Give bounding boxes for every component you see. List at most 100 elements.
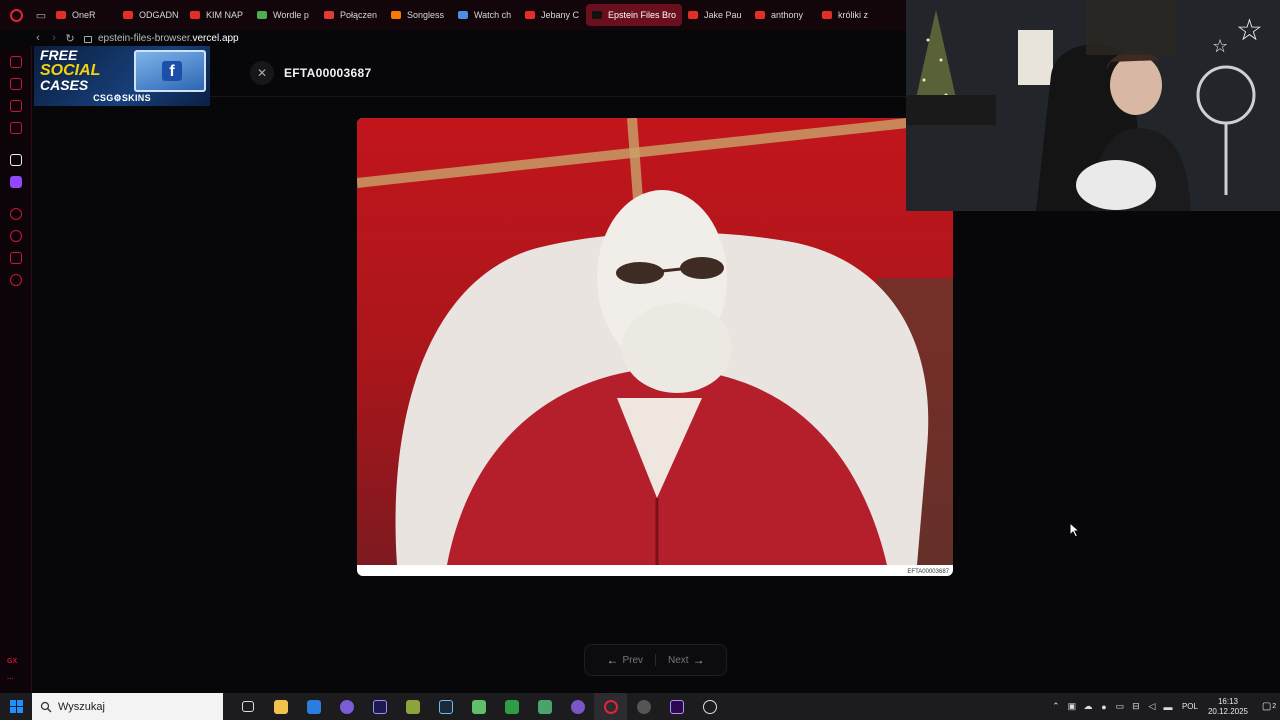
notification-count: 2 xyxy=(1272,703,1277,710)
browser-tab[interactable]: króliki z xyxy=(816,4,883,26)
gx-cleaner-icon[interactable] xyxy=(10,78,22,90)
aria-icon[interactable] xyxy=(10,154,22,166)
tab-label: ODGADN xyxy=(139,10,178,20)
search-icon xyxy=(40,701,52,712)
clock[interactable]: 16:13 20.12.2025 xyxy=(1208,697,1248,717)
player-icon[interactable] xyxy=(10,208,22,220)
gx-control-icon[interactable] xyxy=(10,56,22,68)
reload-icon[interactable]: ↻ xyxy=(62,32,78,45)
app-stack-icon[interactable] xyxy=(528,693,561,720)
messenger-icon[interactable] xyxy=(10,100,22,112)
network-icon[interactable]: ⊟ xyxy=(1128,701,1144,712)
prev-button[interactable]: ← Prev xyxy=(594,653,651,667)
app-record-icon[interactable] xyxy=(693,693,726,720)
steam-icon[interactable] xyxy=(429,693,462,720)
forward-icon[interactable]: › xyxy=(46,32,62,44)
tab-favicon-icon xyxy=(688,11,698,19)
settings-icon[interactable] xyxy=(10,274,22,286)
tab-label: Epstein Files Brow xyxy=(608,10,676,20)
microphone-icon[interactable]: ● xyxy=(1096,702,1112,712)
tab-favicon-icon xyxy=(56,11,66,19)
browser-tab[interactable]: Połączen xyxy=(318,4,385,26)
ad-brand: CSG⚙SKINS xyxy=(93,93,151,103)
prev-label: Prev xyxy=(622,654,643,666)
arrow-left-icon: ← xyxy=(606,653,619,667)
ad-banner[interactable]: FREE SOCIAL CASES f CSG⚙SKINS xyxy=(34,46,210,106)
arrow-right-icon: → xyxy=(692,653,705,667)
notification-icon: ▢ xyxy=(1261,701,1272,712)
app-obs-icon[interactable] xyxy=(627,693,660,720)
url-text[interactable]: epstein-files-browser.vercel.app xyxy=(98,33,239,44)
opera-gx-taskbar-icon[interactable] xyxy=(594,693,627,720)
browser-tab[interactable]: anthony xyxy=(749,4,816,26)
browser-tab[interactable]: ODGADN xyxy=(117,4,184,26)
tab-favicon-icon xyxy=(257,11,267,19)
after-effects-icon[interactable] xyxy=(363,693,396,720)
volume-icon[interactable]: ◁ xyxy=(1144,701,1160,712)
app-m-icon[interactable] xyxy=(297,693,330,720)
webcam-scene: ☆ ☆ xyxy=(906,0,1280,211)
browser-tab[interactable]: Wordle p xyxy=(251,4,318,26)
taskbar-search[interactable]: Wyszukaj xyxy=(32,693,223,720)
more-icon[interactable]: ··· xyxy=(7,676,14,683)
workspaces-icon[interactable]: ▭ xyxy=(32,0,50,30)
pagination: ← Prev Next → xyxy=(584,644,727,676)
app-audio-icon[interactable] xyxy=(396,693,429,720)
gx-corner-icon[interactable] xyxy=(10,122,22,134)
twitch-icon[interactable] xyxy=(10,176,22,188)
next-button[interactable]: Next → xyxy=(660,653,717,667)
windows-logo-icon xyxy=(9,700,23,713)
clock-date: 20.12.2025 xyxy=(1207,706,1248,716)
premiere-icon[interactable] xyxy=(660,693,693,720)
browser-tab[interactable]: Songless xyxy=(385,4,452,26)
taskbar-apps xyxy=(231,693,726,720)
tab-label: Watch ch xyxy=(474,10,512,20)
webcam-overlay: ☆ ☆ xyxy=(906,0,1280,211)
tab-label: Połączen xyxy=(340,10,378,20)
ad-line-cases: CASES xyxy=(40,77,89,93)
ad-case-image: f xyxy=(134,50,206,92)
url-prefix: epstein-files-browser. xyxy=(98,32,193,44)
svg-text:☆: ☆ xyxy=(1236,13,1263,48)
file-explorer-icon[interactable] xyxy=(264,693,297,720)
tray-weather-icon[interactable]: ☁ xyxy=(1080,701,1096,712)
tray-display-icon[interactable]: ▭ xyxy=(1112,701,1128,712)
notification-center-button[interactable]: ▢ 2 xyxy=(1258,693,1280,720)
app-crystal-icon[interactable] xyxy=(330,693,363,720)
browser-tab[interactable]: Jake Pau xyxy=(682,4,749,26)
browser-tab[interactable]: Watch ch xyxy=(452,4,519,26)
battery-icon[interactable]: ▬ xyxy=(1160,702,1176,712)
tab-label: anthony xyxy=(771,10,804,20)
browser-tab[interactable]: Jebany C xyxy=(519,4,586,26)
system-tray: ⌃ ▣ ☁ ● ▭ ⊟ ◁ ▬ POL 16:13 20.12.2025 ▢ 2 xyxy=(1048,693,1280,720)
history-icon[interactable] xyxy=(10,230,22,242)
tab-label: Songless xyxy=(407,10,445,20)
url-domain: vercel.app xyxy=(192,32,239,44)
tab-favicon-icon xyxy=(525,11,535,19)
notepad-icon[interactable] xyxy=(462,693,495,720)
language-indicator[interactable]: POL xyxy=(1182,702,1198,711)
lock-icon xyxy=(84,35,92,43)
tab-favicon-icon xyxy=(324,11,334,19)
mouse-cursor-icon xyxy=(1069,522,1081,538)
close-icon: ✕ xyxy=(256,66,268,80)
viewer-header: ✕ EFTA00003687 xyxy=(210,48,906,97)
tab-favicon-icon xyxy=(592,11,602,19)
tray-app-icon[interactable]: ▣ xyxy=(1064,701,1080,712)
browser-sidebar: GX ··· xyxy=(0,46,32,693)
browser-tab[interactable]: OneR xyxy=(50,4,117,26)
tab-label: KIM NAP xyxy=(206,10,244,20)
tray-overflow-icon[interactable]: ⌃ xyxy=(1048,701,1064,712)
extensions-icon[interactable] xyxy=(10,252,22,264)
close-button[interactable]: ✕ xyxy=(250,61,274,85)
address-bar[interactable]: ‹ › ↻ epstein-files-browser.vercel.app xyxy=(30,30,906,46)
app-discord-icon[interactable] xyxy=(561,693,594,720)
task-view-icon[interactable] xyxy=(231,693,264,720)
app-green-icon[interactable] xyxy=(495,693,528,720)
start-button[interactable] xyxy=(0,693,32,720)
tab-active[interactable]: Epstein Files Brow xyxy=(586,4,682,26)
opera-gx-logo-icon[interactable] xyxy=(0,0,32,30)
facebook-icon: f xyxy=(162,61,182,81)
back-icon[interactable]: ‹ xyxy=(30,32,46,44)
browser-tab[interactable]: KIM NAP xyxy=(184,4,251,26)
